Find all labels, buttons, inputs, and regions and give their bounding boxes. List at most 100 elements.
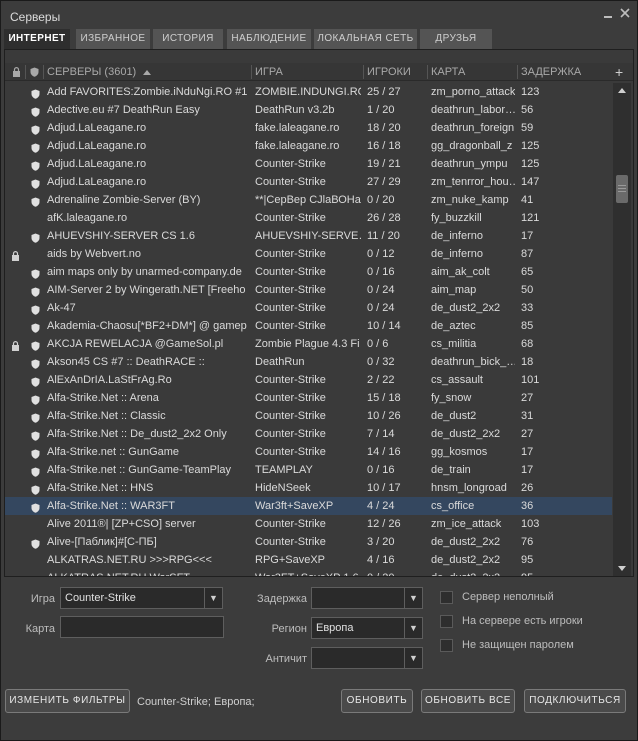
server-row[interactable]: Akson45 CS #7 :: DeathRACE :: DeathRun 0 /… <box>5 353 612 371</box>
connect-button[interactable]: ПОДКЛЮЧИТЬСЯ <box>524 689 626 713</box>
scroll-up-icon[interactable] <box>614 83 630 99</box>
server-row[interactable]: Alfa-Strike.Net :: De_dust2_2x2 Only Coun… <box>5 425 612 443</box>
tab-spectate[interactable]: НАБЛЮДЕНИЕ <box>227 29 311 49</box>
server-row[interactable]: AKCJA REWELACJA @GameSol.pl Zombie Plague… <box>5 335 612 353</box>
chevron-down-icon[interactable]: ▼ <box>404 618 422 638</box>
server-game: TEAMPLAY <box>255 464 313 476</box>
has-players-checkbox[interactable] <box>440 615 453 628</box>
scrollbar-thumb[interactable] <box>616 175 628 203</box>
map-filter-input[interactable] <box>60 616 224 638</box>
no-password-checkbox[interactable] <box>440 639 453 652</box>
server-row[interactable]: Add FAVORITES:Zombie.iNduNgi.RO #1 ZOMBIE… <box>5 83 612 101</box>
game-filter-select[interactable]: Counter-Strike ▼ <box>60 587 223 609</box>
server-map: zm_porno_attack <box>431 86 515 98</box>
server-name: Akademia-Chaosu[*BF2+DM*] @ gamepi… <box>47 320 247 332</box>
server-row[interactable]: Adrenaline Zombie-Server (BY) **|СерВер С… <box>5 191 612 209</box>
server-row[interactable]: Adjud.LaLeagane.ro fake.laleagane.ro 16 / … <box>5 137 612 155</box>
close-icon[interactable] <box>618 6 632 20</box>
server-latency: 18 <box>521 356 534 368</box>
server-game: HideNSeek <box>255 482 311 494</box>
server-row[interactable]: Adjud.LaLeagane.ro Counter-Strike 27 / 29 z… <box>5 173 612 191</box>
server-name: Adjud.LaLeagane.ro <box>47 176 147 188</box>
server-latency: 68 <box>521 338 534 350</box>
tab-favorites[interactable]: ИЗБРАННОЕ <box>76 29 150 49</box>
tab-lan[interactable]: ЛОКАЛЬНАЯ СЕТЬ <box>314 29 417 49</box>
server-row[interactable]: Ak-47 Counter-Strike 0 / 24 de_dust2_2x2 33 <box>5 299 612 317</box>
server-row[interactable]: Alfa-Strike.Net :: Classic Counter-Strike… <box>5 407 612 425</box>
lock-icon[interactable] <box>12 67 21 80</box>
server-row[interactable]: afK.laleagane.ro Counter-Strike 26 / 28 fy_… <box>5 209 612 227</box>
add-column-button[interactable]: + <box>615 63 623 81</box>
refresh-button[interactable]: ОБНОВИТЬ <box>341 689 413 713</box>
server-row[interactable]: Alfa-Strike.Net :: HNS HideNSeek 10 / 17 hn… <box>5 479 612 497</box>
column-latency[interactable]: ЗАДЕРЖКА <box>521 63 581 81</box>
region-filter-select[interactable]: Европа ▼ <box>311 617 423 639</box>
server-players: 12 / 26 <box>367 518 401 530</box>
server-latency: 56 <box>521 104 534 116</box>
server-name: Alfa-Strike.net :: GunGame-TeamPlay <box>47 464 232 476</box>
server-row[interactable]: aids by Webvert.no Counter-Strike 0 / 12 de… <box>5 245 612 263</box>
server-name: aim maps only by unarmed-company.de <box>47 266 242 278</box>
server-row[interactable]: Adjud.LaLeagane.ro fake.laleagane.ro 18 / … <box>5 119 612 137</box>
server-map: de_dust2_2x2 <box>431 302 501 314</box>
server-name: ALKATRAS.NET.RU >>>RPG<<< <box>47 554 212 566</box>
server-latency: 41 <box>521 194 534 206</box>
minimize-icon[interactable] <box>601 6 615 20</box>
server-row[interactable]: ALKATRAS.NET.RU >>>RPG<<< RPG+SaveXP 4 / 1… <box>5 551 612 569</box>
server-name: Alfa-Strike.Net :: WAR3FT <box>47 500 175 512</box>
scroll-down-icon[interactable] <box>614 560 630 576</box>
server-players: 18 / 20 <box>367 122 401 134</box>
column-players[interactable]: ИГРОКИ <box>367 63 411 81</box>
no-password-label: Не защищен паролем <box>462 639 574 651</box>
server-row[interactable]: AlExAnDrIA.LaStFrAg.Ro Counter-Strike 2 / … <box>5 371 612 389</box>
server-players: 0 / 12 <box>367 248 395 260</box>
latency-filter-select[interactable]: ▼ <box>311 587 423 609</box>
server-map: de_train <box>431 464 471 476</box>
server-row[interactable]: Akademia-Chaosu[*BF2+DM*] @ gamepi… Count… <box>5 317 612 335</box>
server-row[interactable]: Adective.eu #7 DeathRun Easy DeathRun v3.… <box>5 101 612 119</box>
server-latency: 85 <box>521 320 534 332</box>
server-map: de_dust2_2x2 <box>431 554 501 566</box>
title-bar[interactable]: Серверы <box>1 1 637 29</box>
server-map: cs_office <box>431 500 475 512</box>
server-row[interactable]: Alive 2011®| [ZP+CSO] server Counter-Stri… <box>5 515 612 533</box>
server-row[interactable]: Adjud.LaLeagane.ro Counter-Strike 19 / 21 d… <box>5 155 612 173</box>
game-filter-value: Counter-Strike <box>65 592 136 604</box>
vertical-scrollbar[interactable] <box>613 83 631 576</box>
column-servers[interactable]: СЕРВЕРЫ (3601) <box>47 63 152 81</box>
server-row[interactable]: AIM-Server 2 by Wingerath.NET [Freeho… Co… <box>5 281 612 299</box>
server-players: 3 / 20 <box>367 536 395 548</box>
server-row[interactable]: AHUEVSHIY-SERVER CS 1.6 AHUEVSHIY-SERVE… 1… <box>5 227 612 245</box>
server-players: 1 / 20 <box>367 104 395 116</box>
server-name: Alfa-Strike.net :: GunGame <box>47 446 180 458</box>
tab-history[interactable]: ИСТОРИЯ <box>153 29 223 49</box>
tab-friends[interactable]: ДРУЗЬЯ <box>420 29 492 49</box>
anticheat-filter-select[interactable]: ▼ <box>311 647 423 669</box>
server-row[interactable]: aim maps only by unarmed-company.de Count… <box>5 263 612 281</box>
server-game: Counter-Strike <box>255 536 326 548</box>
not-full-checkbox[interactable] <box>440 591 453 604</box>
column-map[interactable]: КАРТА <box>431 63 465 81</box>
server-map: aim_ak_colt <box>431 266 490 278</box>
column-servers-label: СЕРВЕРЫ (3601) <box>47 66 137 78</box>
server-players: 11 / 20 <box>367 230 400 242</box>
refresh-all-button[interactable]: ОБНОВИТЬ ВСЕ <box>421 689 515 713</box>
server-map: aim_map <box>431 284 477 296</box>
change-filters-button[interactable]: ИЗМЕНИТЬ ФИЛЬТРЫ <box>5 689 130 713</box>
tab-internet[interactable]: ИНТЕРНЕТ <box>4 29 70 49</box>
server-latency: 121 <box>521 212 540 224</box>
chevron-down-icon[interactable]: ▼ <box>204 588 222 608</box>
server-row[interactable]: Alfa-Strike.net :: GunGame-TeamPlay TEAMP… <box>5 461 612 479</box>
chevron-down-icon[interactable]: ▼ <box>404 588 422 608</box>
server-row[interactable]: Alive-[Паблик]#[С-ПБ] Counter-Strike 3 / 2… <box>5 533 612 551</box>
column-game[interactable]: ИГРА <box>255 63 283 81</box>
server-latency: 27 <box>521 428 534 440</box>
server-players: 27 / 29 <box>367 176 401 188</box>
server-row[interactable]: Alfa-Strike.net :: GunGame Counter-Strike… <box>5 443 612 461</box>
server-map: zm_tenrror_hou… <box>431 176 515 188</box>
server-row[interactable]: Alfa-Strike.Net :: WAR3FT War3ft+SaveXP 4 … <box>5 497 612 515</box>
chevron-down-icon[interactable]: ▼ <box>404 648 422 668</box>
server-row[interactable]: ALKATRAS.NET.RU WarSFT… War3FT+SaveXP 1.6… <box>5 569 612 576</box>
server-row[interactable]: Alfa-Strike.Net :: Arena Counter-Strike 15… <box>5 389 612 407</box>
shield-icon[interactable] <box>30 67 39 80</box>
